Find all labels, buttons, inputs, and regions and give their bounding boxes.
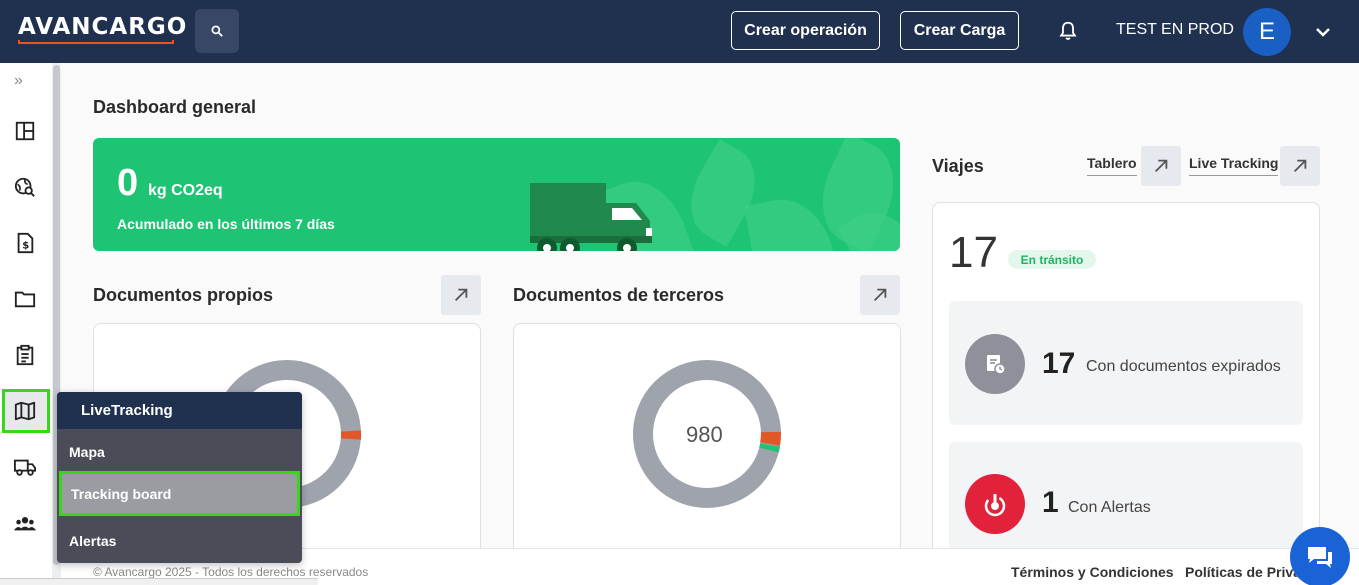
logo-text: AVANCARGO (18, 14, 188, 40)
search-icon (211, 25, 223, 37)
alert-icon (965, 474, 1025, 534)
chevron-down-icon[interactable] (1313, 22, 1333, 42)
livetracking-flyout-menu: LiveTracking Mapa Tracking board Alertas (57, 392, 302, 563)
expired-documents-label: Con documentos expirados (1086, 358, 1281, 375)
arrow-up-right-icon (873, 288, 887, 302)
arrow-up-right-icon (1154, 159, 1168, 173)
expired-documents-count: 17 (1042, 347, 1076, 380)
users-icon[interactable] (8, 506, 42, 540)
alerts-label: Con Alertas (1068, 499, 1151, 516)
map-icon[interactable] (8, 394, 42, 428)
arrow-up-right-icon (1293, 159, 1307, 173)
clipboard-icon[interactable] (8, 338, 42, 372)
board-link[interactable]: Tablero (1087, 155, 1137, 176)
logo-underline (18, 40, 174, 44)
dashboard-icon[interactable] (8, 114, 42, 148)
avatar[interactable]: E (1243, 8, 1291, 56)
co2-value: 0 (117, 162, 139, 204)
bell-icon[interactable] (1057, 19, 1079, 43)
svg-text:$: $ (22, 241, 29, 252)
live-tracking-open-button[interactable] (1280, 146, 1320, 186)
expired-document-icon (965, 334, 1025, 394)
co2-card: 0 kg CO2eq Acumulado en los últimos 7 dí… (93, 138, 900, 251)
create-operation-button[interactable]: Crear operación (731, 11, 880, 50)
trips-title: Viajes (932, 156, 984, 176)
in-transit-badge: En tránsito (1008, 250, 1096, 269)
status-bar (0, 578, 318, 585)
own-documents-title: Documentos propios (93, 285, 274, 305)
in-transit-count: 17 (949, 228, 998, 277)
top-bar: AVANCARGO Crear operación Crear Carga TE… (0, 0, 1359, 63)
own-documents-open-button[interactable] (441, 275, 481, 315)
third-documents-open-button[interactable] (860, 275, 900, 315)
menu-item-tracking-board[interactable]: Tracking board (59, 471, 300, 516)
menu-item-map[interactable]: Mapa (57, 429, 302, 474)
co2-subtitle: Acumulado en los últimos 7 días (117, 216, 335, 232)
user-name[interactable]: TEST EN PROD (1116, 21, 1234, 39)
truck-illustration (530, 183, 652, 251)
flyout-header: LiveTracking (57, 392, 302, 429)
privacy-link[interactable]: Políticas de Priva (1185, 564, 1301, 580)
menu-item-alerts[interactable]: Alertas (57, 518, 302, 563)
search-globe-icon[interactable] (8, 170, 42, 204)
chat-button[interactable] (1290, 527, 1350, 585)
co2-unit: kg CO2eq (148, 182, 223, 199)
arrow-up-right-icon (454, 288, 468, 302)
live-tracking-link[interactable]: Live Tracking (1189, 155, 1279, 176)
page-title: Dashboard general (93, 97, 257, 117)
terms-link[interactable]: Términos y Condiciones (1011, 564, 1174, 580)
third-documents-title: Documentos de terceros (513, 285, 725, 305)
search-button[interactable] (195, 9, 239, 53)
folder-icon[interactable] (8, 282, 42, 316)
third-documents-total: 980 (686, 422, 723, 447)
expired-documents-box[interactable]: 17 Con documentos expirados (949, 301, 1303, 425)
third-documents-card: 980 (513, 323, 901, 563)
invoice-icon[interactable]: $ (8, 226, 42, 260)
avancargo-logo[interactable]: AVANCARGO (18, 14, 188, 44)
board-open-button[interactable] (1141, 146, 1181, 186)
create-load-button[interactable]: Crear Carga (900, 11, 1019, 50)
expand-sidebar-icon[interactable]: » (14, 72, 34, 92)
truck-icon[interactable] (8, 450, 42, 484)
alerts-count: 1 (1042, 486, 1059, 519)
copyright-text: © Avancargo 2025 - Todos los derechos re… (93, 565, 369, 579)
chat-icon (1308, 547, 1332, 568)
